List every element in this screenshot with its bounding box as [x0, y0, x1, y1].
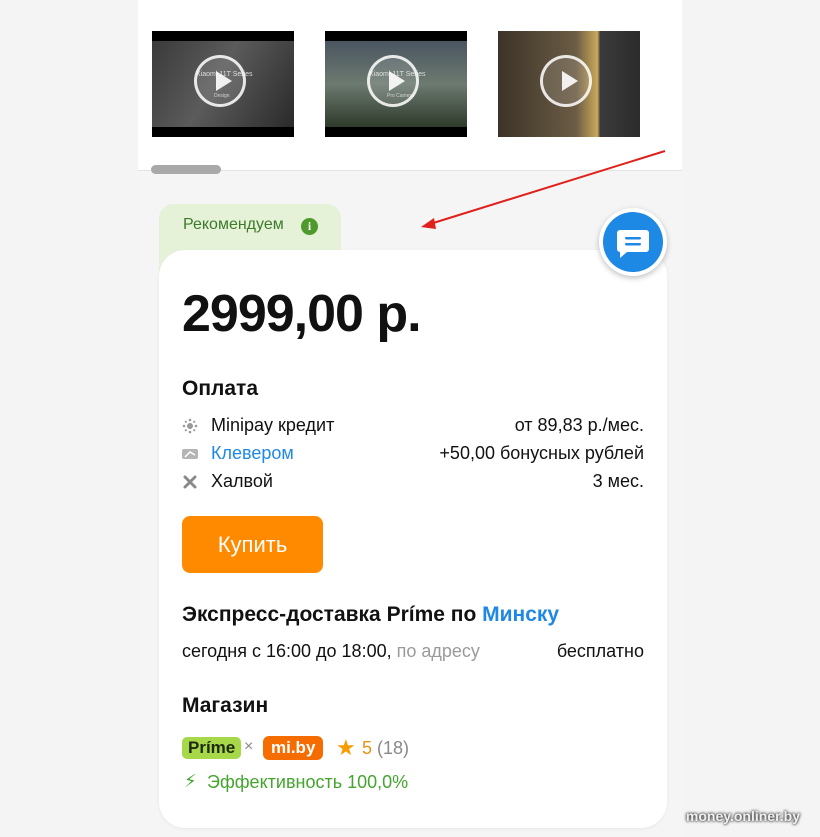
video-thumbnail-3[interactable] [498, 31, 640, 137]
payment-option-klever: Клевером +50,00 бонусных рублей [182, 443, 644, 467]
payment-option-value: от 89,83 р./мес. [514, 415, 644, 435]
delivery-details: сегодня с 16:00 до 18:00, по адресу бесп… [182, 641, 644, 662]
recommend-label: Рекомендуем [183, 216, 284, 233]
delivery-city-link[interactable]: Минску [482, 603, 559, 626]
shop-efficiency: Эффективность 100,0% [207, 772, 409, 792]
shop-logo[interactable]: mi.by [263, 736, 324, 760]
play-icon[interactable] [194, 55, 246, 107]
prime-badge: Príme [182, 737, 242, 759]
gallery-scrollbar[interactable] [151, 165, 221, 174]
video-thumbnail-1[interactable]: Xiaomi 11T Series Design [152, 31, 294, 137]
shop-title: Магазин [182, 694, 269, 717]
klever-link[interactable]: Клевером [211, 443, 294, 464]
video-thumbnail-2[interactable]: Xiaomi 11T Series Pro Camera [325, 31, 467, 137]
delivery-title: Экспресс-доставка Príme по Минску [182, 603, 559, 627]
payment-option-value: 3 мес. [592, 471, 644, 491]
video-gallery: Xiaomi 11T Series Design Xiaomi 11T Seri… [138, 0, 682, 174]
play-icon[interactable] [367, 55, 419, 107]
payment-option-name: Халвой [211, 471, 273, 491]
payment-title: Оплата [182, 377, 259, 400]
lightning-icon: ⚡ [184, 771, 197, 791]
delivery-time: сегодня с 16:00 до 18:00, [182, 641, 392, 661]
delivery-cost: бесплатно [556, 641, 644, 661]
times-sign: × [244, 738, 254, 755]
chat-icon [617, 230, 649, 258]
info-icon[interactable]: i [301, 218, 318, 235]
minipay-icon [182, 418, 198, 434]
payment-option-halva: Халвой 3 мес. [182, 471, 644, 495]
chat-button[interactable] [599, 208, 667, 276]
delivery-title-text: Экспресс-доставка Príme по [182, 603, 483, 626]
klever-card-icon [182, 449, 198, 459]
content-column: Xiaomi 11T Series Design Xiaomi 11T Seri… [138, 0, 682, 837]
offer-card: 2999,00 р. Оплата Minipay кредит от 89,8… [159, 250, 667, 828]
play-icon[interactable] [540, 55, 592, 107]
shop-reviews-count[interactable]: (18) [377, 738, 409, 759]
payment-option-value: +50,00 бонусных рублей [439, 443, 644, 463]
watermark: money.onliner.by [685, 808, 800, 824]
halva-icon [183, 475, 197, 489]
payment-option-name: Minipay кредит [211, 415, 335, 435]
buy-button[interactable]: Купить [182, 516, 323, 573]
price: 2999,00 р. [182, 285, 422, 343]
delivery-address-option[interactable]: по адресу [397, 641, 480, 661]
payment-option-minipay: Minipay кредит от 89,83 р./мес. [182, 415, 644, 439]
shop-rating: 5 [362, 738, 373, 758]
star-icon: ★ [336, 735, 356, 760]
